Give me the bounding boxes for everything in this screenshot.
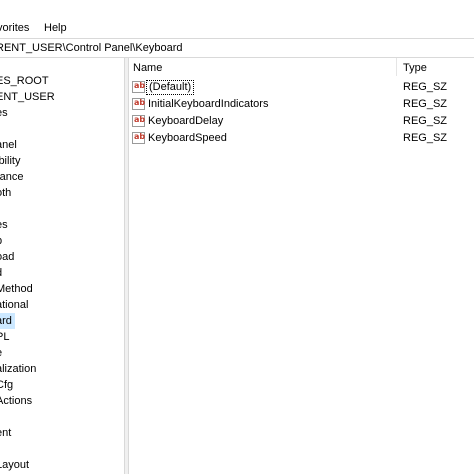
menu-favorites[interactable]: vorites <box>0 20 29 36</box>
tree-item-selected[interactable]: ard <box>0 313 15 329</box>
list-header: Name Type <box>129 58 474 76</box>
values-list[interactable]: Name Type ab (Default) REG_SZ ab InitialKeyb… <box>129 58 474 474</box>
value-type: REG_SZ <box>403 115 448 127</box>
tree-item[interactable]: Layout <box>0 457 32 473</box>
string-value-icon: ab <box>132 98 145 110</box>
tree-item[interactable]: d <box>0 265 5 281</box>
tree-item[interactable]: Method <box>0 281 36 297</box>
string-value-icon: ab <box>132 115 145 127</box>
menu-help[interactable]: Help <box>44 20 67 36</box>
key-tree[interactable]: ES_ROOTENT_USEResanelibilityranceothespo… <box>0 58 124 474</box>
value-name: KeyboardDelay <box>148 115 224 127</box>
tree-item[interactable]: es <box>0 217 11 233</box>
registry-editor-window: vorites Help RENT_USER\Control Panel\Key… <box>0 0 474 474</box>
tree-item[interactable]: oth <box>0 185 14 201</box>
value-row[interactable]: ab KeyboardDelay REG_SZ <box>129 114 474 131</box>
tree-item[interactable]: oad <box>0 249 17 265</box>
tree-item[interactable]: Actions <box>0 393 35 409</box>
tree-item[interactable]: alization <box>0 361 39 377</box>
tree-item[interactable]: rance <box>0 169 27 185</box>
value-type: REG_SZ <box>403 98 448 110</box>
value-row[interactable]: ab (Default) REG_SZ <box>129 80 474 97</box>
address-bar[interactable]: RENT_USER\Control Panel\Keyboard <box>0 38 474 58</box>
value-name: (Default) <box>146 80 195 95</box>
string-value-icon: ab <box>132 81 145 93</box>
string-value-icon-glyph: ab <box>134 81 146 90</box>
tree-item[interactable]: Cfg <box>0 377 16 393</box>
value-name: KeyboardSpeed <box>148 132 227 144</box>
string-value-icon-glyph: ab <box>134 132 146 141</box>
tree-item[interactable]: p <box>0 233 5 249</box>
tree-item[interactable]: es <box>0 105 11 121</box>
tree-item[interactable]: ent <box>0 425 14 441</box>
tree-item[interactable]: ational <box>0 297 31 313</box>
string-value-icon: ab <box>132 132 145 144</box>
value-row[interactable]: ab InitialKeyboardIndicators REG_SZ <box>129 97 474 114</box>
value-type: REG_SZ <box>403 81 448 93</box>
string-value-icon-glyph: ab <box>134 115 146 124</box>
tree-item[interactable]: anel <box>0 137 20 153</box>
tree-item[interactable]: ES_ROOT <box>0 73 52 89</box>
menu-bar: vorites Help <box>0 0 474 36</box>
tree-item[interactable]: ENT_USER <box>0 89 58 105</box>
address-path[interactable]: RENT_USER\Control Panel\Keyboard <box>0 41 182 55</box>
value-type: REG_SZ <box>403 132 448 144</box>
tree-item[interactable]: PL <box>0 329 12 345</box>
value-name: InitialKeyboardIndicators <box>148 98 269 110</box>
tree-item[interactable]: e <box>0 345 5 361</box>
tree-item[interactable]: ibility <box>0 153 23 169</box>
column-header-name[interactable]: Name <box>129 58 397 76</box>
value-row[interactable]: ab KeyboardSpeed REG_SZ <box>129 131 474 148</box>
string-value-icon-glyph: ab <box>134 98 146 107</box>
column-header-type[interactable]: Type <box>397 58 474 76</box>
